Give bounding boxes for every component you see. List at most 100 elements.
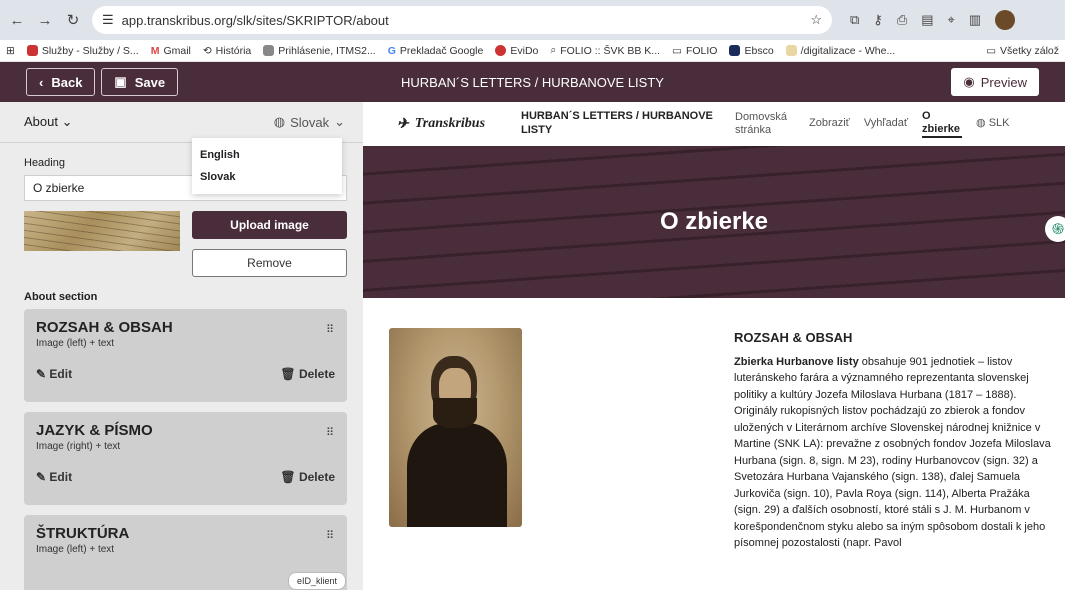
edit-button[interactable]: ✎ Edit bbox=[36, 367, 72, 381]
print-icon[interactable]: ⎙ bbox=[897, 12, 907, 28]
bookmark[interactable]: ⌕ FOLIO :: ŠVK BB K... bbox=[550, 44, 660, 57]
site-title: HURBAN´S LETTERS / HURBANOVE LISTY bbox=[521, 110, 713, 136]
article-title: ROZSAH & OBSAH bbox=[734, 330, 853, 345]
eye-icon: ◉ bbox=[963, 74, 975, 89]
chatgpt-icon[interactable]: ֍ bbox=[1045, 216, 1065, 242]
about-section: ROZSAH & OBSAH Zbierka Hurbanove listy o… bbox=[363, 298, 1065, 552]
article-body: Zbierka Hurbanove listy obsahuje 901 jed… bbox=[734, 354, 1054, 552]
nav-home[interactable]: Domovská stránka bbox=[735, 111, 795, 137]
bookmark[interactable]: ▭ FOLIO bbox=[672, 45, 717, 57]
globe-icon: ◍ bbox=[976, 117, 986, 130]
globe-icon: ◍ bbox=[273, 114, 286, 129]
bookmark[interactable]: Prihlásenie, ITMS2... bbox=[263, 44, 376, 57]
sidebar-icon[interactable]: ▥ bbox=[969, 12, 981, 28]
remove-image-button[interactable]: Remove bbox=[192, 249, 347, 277]
bookmark[interactable]: /digitalizace - Whe... bbox=[785, 44, 896, 57]
nav-browse[interactable]: Zobraziť bbox=[809, 117, 850, 130]
page-select[interactable]: About ⌄ bbox=[24, 114, 73, 130]
url-text: app.transkribus.org/slk/sites/SKRIPTOR/a… bbox=[121, 12, 389, 28]
bookmark-favicon-icon bbox=[26, 45, 38, 56]
ebsco-icon bbox=[729, 45, 741, 56]
logo-text: Transkribus bbox=[414, 116, 486, 131]
folder-icon: ▭ bbox=[672, 44, 682, 57]
bookmark-favicon-icon bbox=[263, 45, 275, 56]
all-bookmarks[interactable]: ▭ Všetky zálož bbox=[986, 45, 1059, 57]
nav-language-label: SLK bbox=[988, 117, 1010, 130]
section-card[interactable]: ROZSAH & OBSAH Image (left) + text ⠿ ✎ E… bbox=[24, 309, 347, 402]
bookmark[interactable]: ⟲ História bbox=[203, 45, 251, 57]
reload-icon[interactable]: ↻ bbox=[64, 11, 82, 29]
bookmark-label: Všetky zálož bbox=[1000, 44, 1059, 57]
editor-header: ‹ Back ▣ Save HURBAN´S LETTERS / HURBANOVE… bbox=[0, 62, 1065, 102]
portrait-image bbox=[389, 328, 522, 527]
folder-icon: ▭ bbox=[986, 44, 997, 57]
preview-button[interactable]: ◉ Preview bbox=[951, 68, 1039, 96]
bookmark-label: Prekladač Google bbox=[399, 44, 484, 57]
drag-handle-icon[interactable]: ⠿ bbox=[326, 323, 334, 336]
nav-language[interactable]: ◍ SLK bbox=[976, 117, 1009, 130]
delete-button[interactable]: 🗑 Delete bbox=[280, 470, 335, 484]
nav-search[interactable]: Vyhľadať bbox=[864, 117, 908, 130]
about-section-label: About section bbox=[24, 291, 98, 303]
bookmark[interactable]: G Prekladač Google bbox=[388, 45, 484, 57]
header-image-thumbnail bbox=[24, 211, 180, 251]
section-type: Image (right) + text bbox=[36, 441, 121, 452]
trash-icon: 🗑 bbox=[280, 367, 296, 381]
star-icon[interactable]: ☆ bbox=[810, 12, 822, 28]
save-icon: ▣ bbox=[114, 74, 127, 89]
transkribus-logo[interactable]: ✈ Transkribus bbox=[397, 116, 507, 133]
section-type: Image (left) + text bbox=[36, 338, 115, 349]
gmail-icon: M bbox=[150, 44, 160, 57]
bookmark[interactable]: M Gmail bbox=[151, 45, 191, 57]
save-button[interactable]: ▣ Save bbox=[101, 68, 179, 96]
section-title: ROZSAH & OBSAH bbox=[36, 319, 173, 336]
bookmark[interactable]: EviDo bbox=[495, 45, 538, 57]
section-title: ŠTRUKTÚRA bbox=[36, 525, 130, 542]
apps-icon[interactable]: ⊞ bbox=[6, 45, 15, 57]
language-option-slovak[interactable]: Slovak bbox=[200, 166, 334, 188]
password-icon[interactable]: ⚷ bbox=[873, 12, 883, 28]
bookmark-label: Gmail bbox=[163, 44, 191, 57]
google-icon: G bbox=[387, 44, 396, 57]
bookmark[interactable]: Ebsco bbox=[729, 45, 774, 57]
bookmark-label: /digitalizace - Whe... bbox=[800, 44, 896, 57]
delete-label: Delete bbox=[298, 470, 335, 484]
language-dropdown: English Slovak bbox=[192, 138, 342, 194]
drag-handle-icon[interactable]: ⠿ bbox=[326, 529, 334, 542]
profile-avatar[interactable] bbox=[995, 10, 1016, 30]
preview-label: Preview bbox=[980, 74, 1027, 90]
bookmark-label: FOLIO :: ŠVK BB K... bbox=[560, 44, 661, 57]
back-button[interactable]: ‹ Back bbox=[26, 68, 96, 96]
bookmark-favicon-icon bbox=[785, 45, 797, 56]
editor-sidebar: About ⌄ ◍ Slovak ⌄ English Slovak Heading … bbox=[0, 102, 363, 590]
language-option-english[interactable]: English bbox=[200, 144, 334, 166]
site-info-icon[interactable]: ☰ bbox=[102, 12, 114, 28]
location-icon[interactable]: ⌖ bbox=[948, 12, 955, 28]
page-select-label: About bbox=[24, 114, 58, 129]
nav-about[interactable]: O zbierke bbox=[922, 110, 963, 139]
upload-image-button[interactable]: Upload image bbox=[192, 211, 347, 239]
reader-icon[interactable]: ▤ bbox=[921, 12, 933, 28]
tooltip: eID_klient bbox=[288, 572, 347, 590]
bookmarks-bar: ⊞ Služby - Služby / S... M Gmail ⟲ Históri… bbox=[0, 40, 1065, 62]
bookmark-label: FOLIO bbox=[685, 44, 718, 57]
back-arrow-icon[interactable]: ← bbox=[8, 12, 26, 29]
language-select[interactable]: ◍ Slovak ⌄ bbox=[274, 114, 345, 130]
edit-label: Edit bbox=[49, 367, 73, 381]
hero-banner: O zbierke ֍ bbox=[363, 146, 1065, 298]
forward-arrow-icon[interactable]: → bbox=[36, 12, 54, 29]
site-navbar: ✈ Transkribus HURBAN´S LETTERS / HURBANOV… bbox=[363, 102, 1065, 146]
address-bar[interactable]: ☰ app.transkribus.org/slk/sites/SKRIPTOR… bbox=[92, 6, 832, 34]
hero-title: O zbierke bbox=[659, 208, 769, 235]
pencil-icon: ✎ bbox=[36, 470, 47, 484]
section-card[interactable]: JAZYK & PÍSMO Image (right) + text ⠿ ✎ E… bbox=[24, 412, 347, 505]
drag-handle-icon[interactable]: ⠿ bbox=[326, 426, 334, 439]
language-label: Slovak bbox=[290, 114, 330, 130]
edit-button[interactable]: ✎ Edit bbox=[36, 470, 72, 484]
article: ROZSAH & OBSAH Zbierka Hurbanove listy o… bbox=[734, 328, 1054, 552]
bookmark[interactable]: Služby - Služby / S... bbox=[26, 44, 139, 57]
extension-icon[interactable]: ⧉ bbox=[850, 12, 859, 28]
delete-button[interactable]: 🗑 Delete bbox=[280, 367, 335, 381]
bookmark-label: Služby - Služby / S... bbox=[41, 44, 139, 57]
bookmark-label: Prihlásenie, ITMS2... bbox=[278, 44, 376, 57]
